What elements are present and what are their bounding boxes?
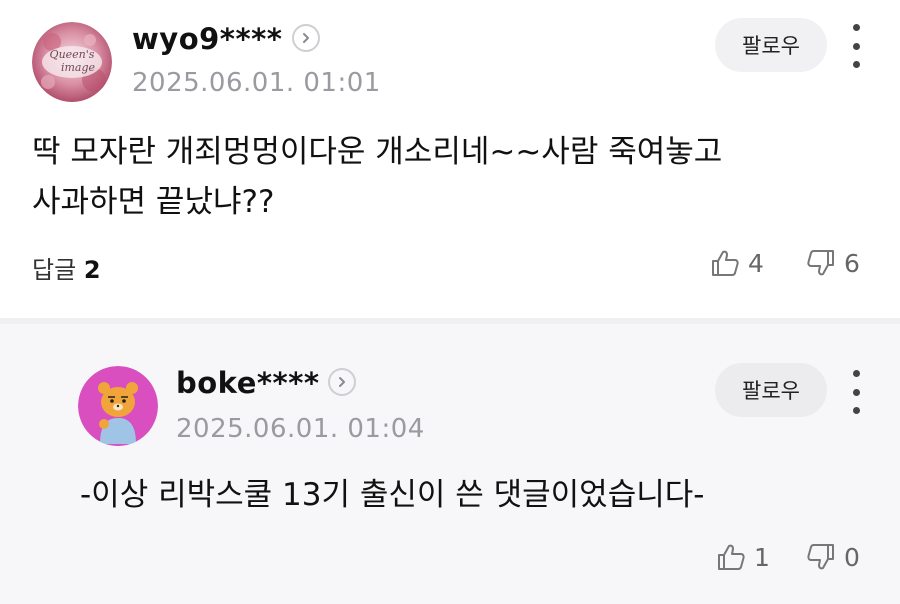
- thumbs-down-icon: [807, 544, 834, 570]
- like-count: 1: [754, 542, 770, 572]
- thumbs-up-icon: [718, 544, 745, 570]
- thumbs-up-icon: [712, 250, 739, 276]
- more-vertical-icon[interactable]: [848, 370, 864, 414]
- like-button[interactable]: 4: [710, 248, 764, 278]
- comment: Queen's image wyo9**** 2025.06.01. 01:01…: [0, 0, 900, 318]
- username[interactable]: boke****: [176, 366, 320, 400]
- more-vertical-icon[interactable]: [848, 24, 864, 68]
- avatar-image: [78, 366, 158, 446]
- replies-label: 답글: [32, 256, 77, 284]
- dislike-count: 6: [844, 248, 860, 278]
- comment-date: 2025.06.01. 01:04: [176, 414, 425, 444]
- dislike-count: 0: [844, 542, 860, 572]
- comment-body: 딱 모자란 개죄멍멍이다운 개소리네~~사람 죽여놓고 사과하면 끝났냐??: [32, 134, 723, 220]
- profile-chevron-button[interactable]: [292, 24, 320, 52]
- comment-body: -이상 리박스쿨 13기 출신이 쓴 댓글이었습니다-: [80, 477, 705, 513]
- chevron-right-icon: [303, 33, 309, 43]
- thumbs-down-icon: [807, 250, 834, 276]
- dislike-button[interactable]: 6: [806, 248, 860, 278]
- profile-chevron-button[interactable]: [328, 368, 356, 396]
- follow-button[interactable]: 팔로우: [715, 363, 827, 417]
- replies-count: 2: [83, 256, 101, 284]
- avatar[interactable]: [78, 366, 158, 446]
- username[interactable]: wyo9****: [132, 22, 282, 56]
- like-button[interactable]: 1: [716, 542, 770, 572]
- comment-date: 2025.06.01. 01:01: [132, 68, 381, 98]
- svg-text:image: image: [61, 61, 96, 74]
- chevron-right-icon: [339, 377, 345, 387]
- replies-button[interactable]: 답글 2: [32, 250, 101, 285]
- avatar[interactable]: Queen's image: [32, 22, 112, 102]
- like-count: 4: [748, 248, 764, 278]
- follow-button[interactable]: 팔로우: [715, 18, 827, 72]
- svg-text:Queen's: Queen's: [50, 48, 95, 61]
- reply-comment: boke**** 2025.06.01. 01:04 팔로우 -이상 리박스쿨 …: [0, 324, 900, 604]
- avatar-image: Queen's image: [32, 22, 112, 102]
- dislike-button[interactable]: 0: [806, 542, 860, 572]
